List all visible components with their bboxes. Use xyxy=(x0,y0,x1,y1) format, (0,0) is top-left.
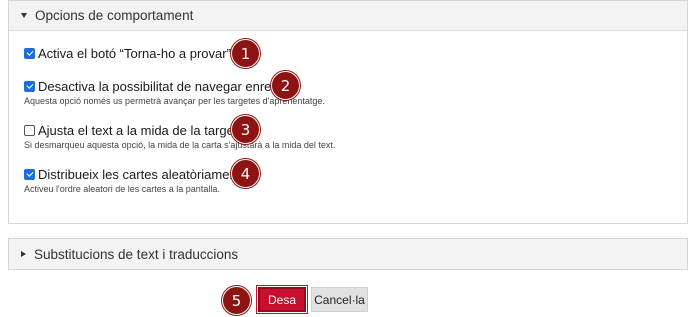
randomize-cards-label[interactable]: Distribueix les cartes aleatòriament xyxy=(38,167,240,182)
checkmark-icon xyxy=(25,169,34,177)
option-fit-text: Ajusta el text a la mida de la targeta S… xyxy=(24,122,335,150)
randomize-cards-checkbox[interactable] xyxy=(24,168,35,180)
checkmark-icon xyxy=(25,48,34,56)
disable-back-navigation-label[interactable]: Desactiva la possibilitat de navegar enr… xyxy=(38,79,283,94)
option-retry-button: Activa el botó “Torna-ho a provar” xyxy=(24,45,231,61)
save-button[interactable]: Desa xyxy=(256,285,308,314)
retry-button-checkbox[interactable] xyxy=(24,47,35,59)
fit-text-label[interactable]: Ajusta el text a la mida de la targeta xyxy=(38,123,245,138)
caret-right-icon xyxy=(21,251,26,257)
fit-text-description: Si desmarqueu aquesta opció, la mida de … xyxy=(24,140,336,150)
disable-back-navigation-checkbox[interactable] xyxy=(24,80,35,92)
text-overrides-title: Substitucions de text i traduccions xyxy=(34,246,239,262)
retry-button-label[interactable]: Activa el botó “Torna-ho a provar” xyxy=(38,46,231,61)
step-badge-2: 2 xyxy=(271,71,300,100)
fit-text-checkbox[interactable] xyxy=(24,124,35,136)
cancel-button[interactable]: Cancel·la xyxy=(311,287,368,312)
page: Opcions de comportament Activa el botó “… xyxy=(0,0,700,317)
text-overrides-panel: Substitucions de text i traduccions xyxy=(8,238,688,270)
checkmark-icon xyxy=(25,81,34,89)
behaviour-options-toggle[interactable]: Opcions de comportament xyxy=(9,1,687,31)
step-badge-5: 5 xyxy=(222,286,251,315)
option-randomize-cards: Distribueix les cartes aleatòriament Act… xyxy=(24,166,240,194)
behaviour-options-title: Opcions de comportament xyxy=(35,8,194,23)
caret-down-icon xyxy=(21,13,27,18)
text-overrides-toggle[interactable]: Substitucions de text i traduccions xyxy=(9,239,687,269)
step-badge-4: 4 xyxy=(231,159,260,188)
behaviour-options-panel: Opcions de comportament Activa el botó “… xyxy=(8,0,688,224)
randomize-cards-description: Activeu l'ordre aleatori de les cartes a… xyxy=(24,184,220,194)
step-badge-3: 3 xyxy=(231,115,260,144)
step-badge-1: 1 xyxy=(231,39,260,68)
